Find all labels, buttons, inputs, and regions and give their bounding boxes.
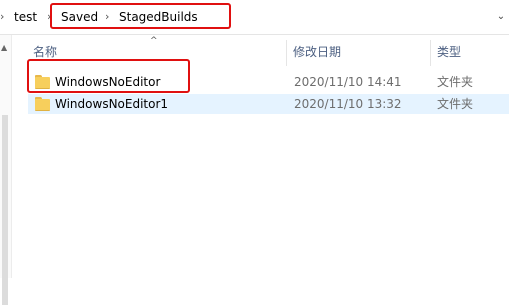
file-type: 文件夹 (437, 97, 474, 111)
breadcrumb-test[interactable]: test (14, 9, 37, 25)
scroll-up-icon[interactable]: ▲ (1, 43, 7, 52)
column-divider[interactable] (430, 40, 431, 66)
column-divider[interactable] (286, 40, 287, 66)
column-header-date-modified[interactable]: 修改日期 (293, 44, 341, 60)
chevron-down-icon[interactable]: ⌄ (494, 8, 508, 26)
file-date-modified: 2020/11/10 14:41 (294, 75, 402, 89)
column-header-type[interactable]: 类型 (437, 44, 461, 60)
file-name: WindowsNoEditor1 (55, 97, 169, 111)
file-date-modified: 2020/11/10 13:32 (294, 97, 402, 111)
navigation-pane-edge[interactable]: ▲ (0, 35, 12, 305)
folder-icon (35, 97, 50, 111)
scrollbar-thumb[interactable] (2, 115, 8, 305)
file-type: 文件夹 (437, 75, 474, 89)
column-header-name[interactable]: 名称 (33, 44, 57, 60)
list-item[interactable]: WindowsNoEditor1 2020/11/10 13:32 文件夹 (28, 94, 509, 114)
sort-ascending-icon: ^ (150, 36, 158, 46)
chevron-right-icon[interactable]: › (0, 9, 4, 25)
folder-highlight-box (27, 59, 190, 93)
breadcrumb-highlight-box (50, 3, 231, 29)
